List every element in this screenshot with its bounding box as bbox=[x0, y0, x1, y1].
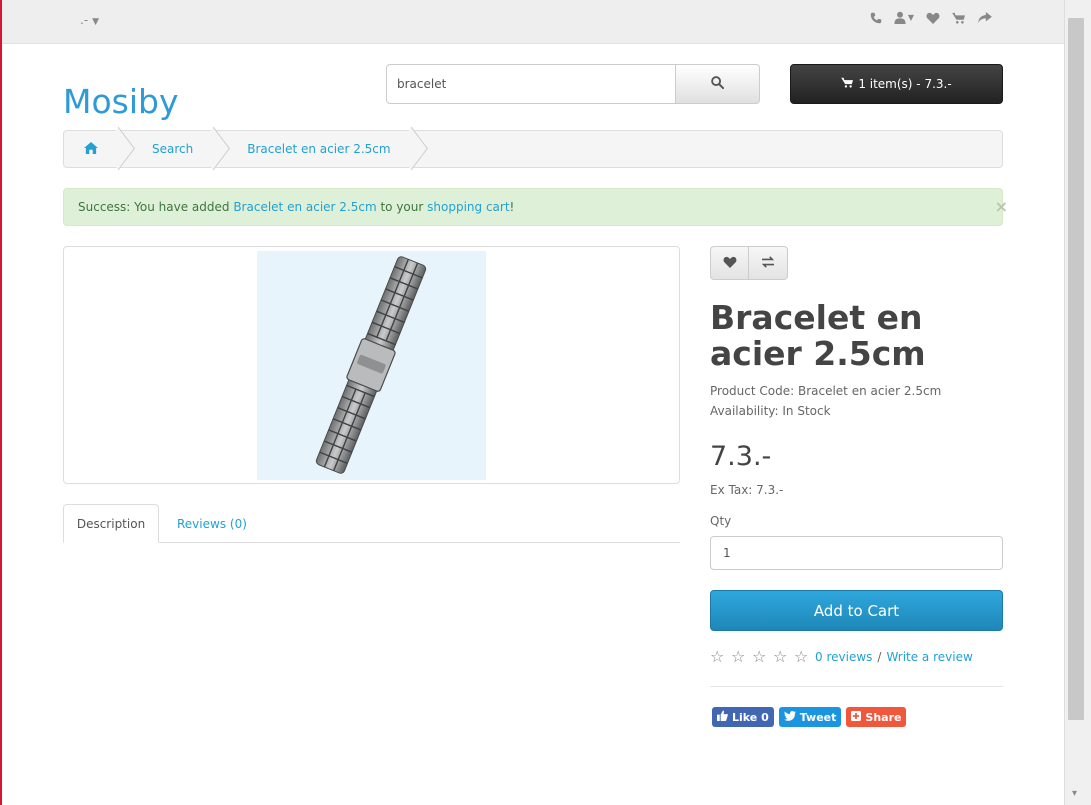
alert-product-link[interactable]: Bracelet en acier 2.5cm bbox=[233, 200, 376, 214]
heart-icon[interactable] bbox=[926, 12, 940, 24]
alert-suffix: ! bbox=[509, 200, 515, 214]
cart-button[interactable]: 1 item(s) - 7.3.- bbox=[790, 64, 1003, 104]
social-share: Like 0 Tweet Share bbox=[712, 707, 907, 727]
facebook-like-label: Like 0 bbox=[732, 710, 769, 724]
share-icon[interactable] bbox=[978, 11, 992, 24]
scrollbar-thumb[interactable] bbox=[1068, 18, 1084, 720]
cart-icon[interactable] bbox=[952, 12, 966, 24]
share-button[interactable]: Share bbox=[846, 707, 907, 727]
cart-summary: 1 item(s) - 7.3.- bbox=[858, 77, 952, 91]
search-input[interactable] bbox=[386, 64, 676, 104]
window-edge bbox=[0, 0, 2, 805]
add-to-cart-button[interactable]: Add to Cart bbox=[710, 590, 1003, 631]
close-icon[interactable]: × bbox=[995, 197, 1008, 216]
vertical-scrollbar[interactable]: ▾ bbox=[1064, 0, 1091, 805]
currency-selector[interactable]: .- ▼ bbox=[80, 13, 99, 27]
qty-label: Qty bbox=[710, 514, 732, 528]
thumbs-up-icon bbox=[717, 710, 728, 724]
search-icon bbox=[711, 76, 725, 92]
product-availability: Availability: In Stock bbox=[710, 404, 831, 418]
product-price: 7.3.- bbox=[710, 441, 772, 472]
search-bar bbox=[386, 64, 760, 104]
cart-icon bbox=[841, 77, 854, 91]
alert-middle: to your bbox=[376, 200, 428, 214]
star-empty-icon: ☆ bbox=[773, 647, 788, 666]
home-icon bbox=[84, 141, 98, 157]
product-rating: ☆ ☆ ☆ ☆ ☆ 0 reviews / Write a review bbox=[710, 647, 973, 666]
currency-label: .- bbox=[80, 13, 89, 27]
tweet-button[interactable]: Tweet bbox=[778, 707, 842, 727]
product-title: Bracelet en acier 2.5cm bbox=[710, 298, 926, 373]
alert-cart-link[interactable]: shopping cart bbox=[427, 200, 509, 214]
user-icon[interactable]: ▼ bbox=[894, 11, 914, 24]
product-tabs: Description Reviews (0) bbox=[63, 504, 680, 543]
plus-icon bbox=[851, 710, 862, 724]
scroll-down-icon[interactable]: ▾ bbox=[1072, 788, 1077, 799]
star-empty-icon: ☆ bbox=[794, 647, 809, 666]
share-label: Share bbox=[865, 710, 902, 724]
search-button[interactable] bbox=[676, 64, 760, 104]
chevron-down-icon: ▼ bbox=[907, 13, 914, 22]
heart-icon bbox=[723, 256, 737, 271]
star-empty-icon: ☆ bbox=[731, 647, 746, 666]
product-image-frame[interactable] bbox=[63, 246, 680, 484]
alert-prefix: Success: You have added bbox=[78, 200, 234, 214]
add-to-wishlist-button[interactable] bbox=[710, 246, 749, 280]
tab-reviews[interactable]: Reviews (0) bbox=[177, 504, 247, 543]
product-code: Product Code: Bracelet en acier 2.5cm bbox=[710, 384, 942, 398]
star-empty-icon: ☆ bbox=[710, 647, 725, 666]
success-alert: Success: You have added Bracelet en acie… bbox=[63, 188, 1008, 226]
facebook-like-button[interactable]: Like 0 bbox=[712, 707, 774, 727]
compare-button[interactable] bbox=[749, 246, 788, 280]
phone-icon[interactable] bbox=[870, 12, 882, 24]
breadcrumb-search[interactable]: Search bbox=[124, 131, 219, 167]
chevron-down-icon: ▼ bbox=[92, 17, 100, 27]
site-logo[interactable]: Mosiby bbox=[63, 82, 179, 121]
breadcrumb-product[interactable]: Bracelet en acier 2.5cm bbox=[219, 131, 416, 167]
product-image bbox=[257, 251, 486, 480]
twitter-icon bbox=[783, 710, 796, 724]
price-ex-tax: Ex Tax: 7.3.- bbox=[710, 483, 784, 497]
tweet-label: Tweet bbox=[799, 710, 837, 724]
star-empty-icon: ☆ bbox=[752, 647, 767, 666]
rating-separator: / bbox=[877, 649, 882, 664]
breadcrumb-home[interactable] bbox=[64, 131, 124, 167]
reviews-link[interactable]: 0 reviews bbox=[815, 650, 872, 664]
exchange-icon bbox=[761, 255, 775, 271]
tab-description[interactable]: Description bbox=[63, 504, 159, 543]
quantity-field[interactable] bbox=[710, 536, 1003, 570]
top-bar: .- ▼ ▼ bbox=[0, 0, 1064, 44]
write-review-link[interactable]: Write a review bbox=[886, 650, 972, 664]
product-actions bbox=[710, 246, 788, 280]
divider bbox=[710, 686, 1003, 687]
top-links: ▼ bbox=[870, 11, 992, 24]
breadcrumb: Search Bracelet en acier 2.5cm bbox=[63, 130, 1003, 168]
